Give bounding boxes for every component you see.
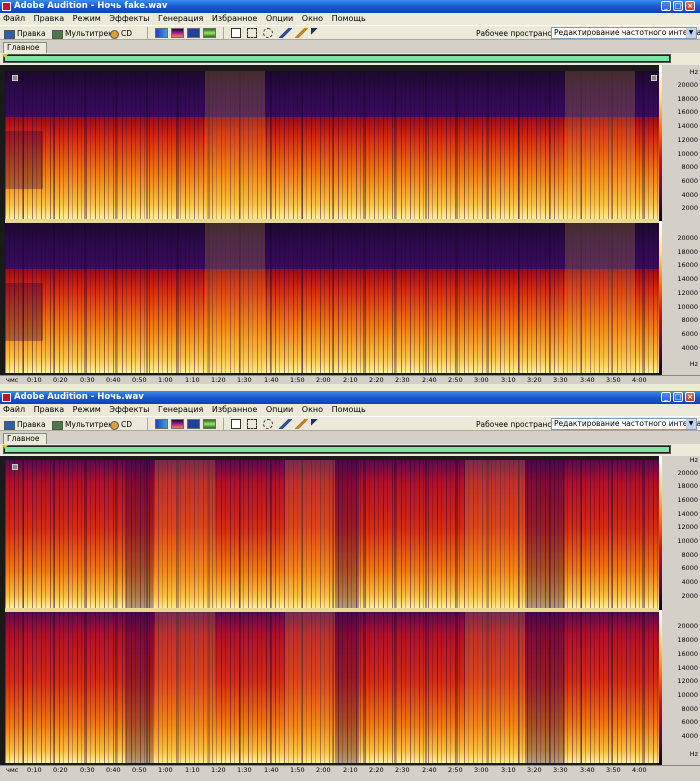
tab-main[interactable]: Главное <box>3 42 47 53</box>
tab-row: Главное <box>0 40 700 53</box>
time-selection-icon[interactable] <box>203 28 216 38</box>
waveform-view-icon[interactable] <box>187 28 200 38</box>
menu-window[interactable]: Окно <box>302 405 323 414</box>
marquee-icon[interactable] <box>247 419 257 429</box>
menu-help[interactable]: Помощь <box>332 405 366 414</box>
time-ruler[interactable]: чмс 0:10 0:20 0:30 0:40 0:50 1:00 1:10 1… <box>0 375 700 384</box>
waveform-edit-icon <box>4 420 15 430</box>
menu-favorites[interactable]: Избранное <box>212 14 257 23</box>
spectrogram-channel-left[interactable] <box>5 71 659 219</box>
edit-view-button[interactable]: Правка <box>4 28 46 39</box>
window-title: Adobe Audition - Ночь fake.wav <box>14 1 168 11</box>
title-bar[interactable]: Adobe Audition - Ночь fake.wav _ □ × <box>0 0 700 13</box>
waveform-view-icon[interactable] <box>187 419 200 429</box>
healing-icon[interactable] <box>295 419 308 429</box>
title-bar[interactable]: Adobe Audition - Ночь.wav _ □ × <box>0 391 700 404</box>
lasso-icon[interactable] <box>263 419 273 429</box>
chevron-down-icon[interactable]: ▼ <box>686 419 696 429</box>
window-title: Adobe Audition - Ночь.wav <box>14 392 144 402</box>
window-original: Adobe Audition - Ночь.wav _ □ × Файл Пра… <box>0 391 700 781</box>
adobe-audition-icon <box>2 393 11 402</box>
spectral-pitch-icon[interactable] <box>171 28 184 38</box>
close-icon[interactable]: × <box>685 1 695 11</box>
multitrack-view-button[interactable]: Мультитрек <box>52 419 113 430</box>
spectral-pitch-icon[interactable] <box>171 419 184 429</box>
window-fake: Adobe Audition - Ночь fake.wav _ □ × Фай… <box>0 0 700 391</box>
menu-help[interactable]: Помощь <box>332 14 366 23</box>
maximize-icon[interactable]: □ <box>673 1 683 11</box>
menu-view[interactable]: Режим <box>73 405 101 414</box>
spectral-view-icon[interactable] <box>155 28 168 38</box>
menu-bar: Файл Правка Режим Эффекты Генерация Избр… <box>0 404 700 415</box>
spectral-view-icon[interactable] <box>155 419 168 429</box>
overview-bar[interactable] <box>2 445 671 454</box>
cd-view-button[interactable]: CD <box>110 28 132 39</box>
cd-icon <box>110 29 119 39</box>
brush-icon[interactable] <box>279 419 292 429</box>
menu-options[interactable]: Опции <box>266 14 293 23</box>
time-selection-icon[interactable] <box>203 419 216 429</box>
playhead-marker[interactable] <box>2 445 8 449</box>
menu-edit[interactable]: Правка <box>34 405 64 414</box>
zoom-corner-icon[interactable] <box>12 75 18 81</box>
cd-view-button[interactable]: CD <box>110 419 132 430</box>
move-icon[interactable] <box>311 419 324 429</box>
chevron-down-icon[interactable]: ▼ <box>686 28 696 38</box>
text-cursor-icon[interactable] <box>231 419 241 429</box>
toolbar: Правка Мультитрек CD Рабочее пространств… <box>0 416 700 431</box>
close-icon[interactable]: × <box>685 392 695 402</box>
menu-generate[interactable]: Генерация <box>158 405 203 414</box>
zoom-corner-icon[interactable] <box>12 464 18 470</box>
spectrogram-channel-right[interactable] <box>5 612 659 763</box>
spectrogram-channel-right[interactable] <box>5 223 659 373</box>
minimize-icon[interactable]: _ <box>661 1 671 11</box>
tab-row: Главное <box>0 431 700 444</box>
menu-generate[interactable]: Генерация <box>158 14 203 23</box>
menu-favorites[interactable]: Избранное <box>212 405 257 414</box>
workspace-select[interactable]: Редактирование частотного интервала ▼ <box>551 27 700 39</box>
multitrack-icon <box>52 29 63 39</box>
minimize-icon[interactable]: _ <box>661 392 671 402</box>
marquee-icon[interactable] <box>247 28 257 38</box>
toolbar: Правка Мультитрек CD Рабочее пространств… <box>0 25 700 40</box>
playhead-marker[interactable] <box>2 54 8 58</box>
frequency-scale-left: Hz 20000 18000 16000 14000 12000 10000 8… <box>659 65 700 221</box>
lasso-icon[interactable] <box>263 28 273 38</box>
frequency-scale-right: 20000 18000 16000 14000 12000 10000 8000… <box>659 221 700 375</box>
healing-icon[interactable] <box>295 28 308 38</box>
menu-bar: Файл Правка Режим Эффекты Генерация Избр… <box>0 13 700 24</box>
frequency-scale-right: 20000 18000 16000 14000 12000 10000 8000… <box>659 610 700 765</box>
menu-file[interactable]: Файл <box>3 14 25 23</box>
menu-effects[interactable]: Эффекты <box>109 405 149 414</box>
spectrogram-channel-left[interactable] <box>5 460 659 608</box>
multitrack-view-button[interactable]: Мультитрек <box>52 28 113 39</box>
menu-options[interactable]: Опции <box>266 405 293 414</box>
tab-main[interactable]: Главное <box>3 433 47 444</box>
adobe-audition-icon <box>2 2 11 11</box>
edit-view-button[interactable]: Правка <box>4 419 46 430</box>
text-cursor-icon[interactable] <box>231 28 241 38</box>
menu-edit[interactable]: Правка <box>34 14 64 23</box>
menu-view[interactable]: Режим <box>73 14 101 23</box>
maximize-icon[interactable]: □ <box>673 392 683 402</box>
waveform-edit-icon <box>4 29 15 39</box>
frequency-scale-left: Hz 20000 18000 16000 14000 12000 10000 8… <box>659 456 700 610</box>
brush-icon[interactable] <box>279 28 292 38</box>
workspace-select[interactable]: Редактирование частотного интервала ▼ <box>551 418 700 430</box>
spectral-display[interactable]: Hz 20000 18000 16000 14000 12000 10000 8… <box>0 456 700 765</box>
zoom-corner-icon[interactable] <box>651 75 657 81</box>
move-icon[interactable] <box>311 28 324 38</box>
overview-bar[interactable] <box>2 54 671 63</box>
menu-file[interactable]: Файл <box>3 405 25 414</box>
cd-icon <box>110 420 119 430</box>
spectral-display[interactable]: Hz 20000 18000 16000 14000 12000 10000 8… <box>0 65 700 375</box>
multitrack-icon <box>52 420 63 430</box>
menu-window[interactable]: Окно <box>302 14 323 23</box>
menu-effects[interactable]: Эффекты <box>109 14 149 23</box>
time-ruler[interactable]: чмс 0:10 0:20 0:30 0:40 0:50 1:00 1:10 1… <box>0 765 700 781</box>
